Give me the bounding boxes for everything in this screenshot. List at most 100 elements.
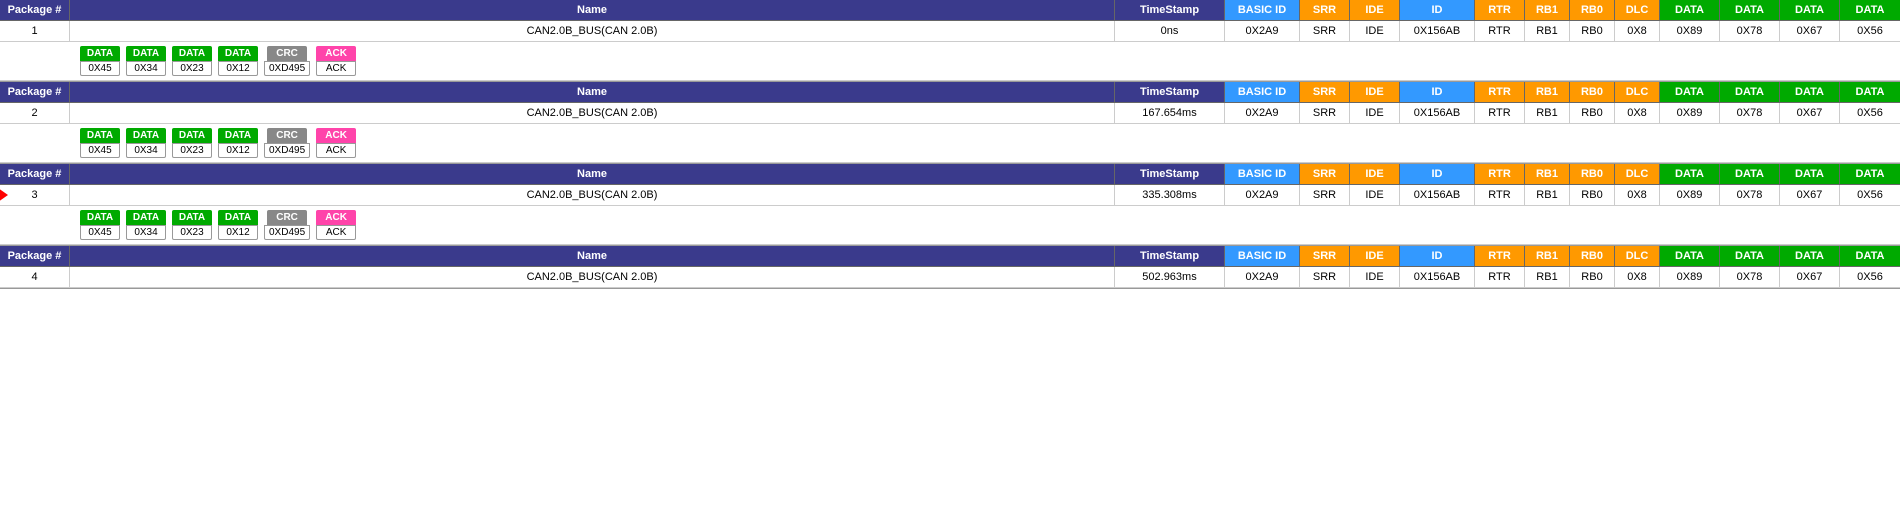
chip-label: DATA bbox=[218, 46, 258, 61]
header-cell: DATA bbox=[1660, 164, 1720, 184]
data-cell: 0X78 bbox=[1720, 267, 1780, 287]
chip-label: DATA bbox=[172, 128, 212, 143]
chip-label: CRC bbox=[267, 210, 307, 225]
chip-value: 0X23 bbox=[172, 61, 212, 76]
data-cell: RB0 bbox=[1570, 103, 1615, 123]
header-cell: BASIC ID bbox=[1225, 246, 1300, 266]
chip-label: ACK bbox=[316, 46, 356, 61]
data-cell: 0X67 bbox=[1780, 267, 1840, 287]
header-cell: DATA bbox=[1780, 164, 1840, 184]
data-cell: CAN2.0B_BUS(CAN 2.0B) bbox=[70, 21, 1115, 41]
chip-value: 0X45 bbox=[80, 61, 120, 76]
data-cell: 0X67 bbox=[1780, 21, 1840, 41]
data-cell: RTR bbox=[1475, 21, 1525, 41]
chip-value: 0X12 bbox=[218, 143, 258, 158]
header-cell: TimeStamp bbox=[1115, 246, 1225, 266]
table-row[interactable]: 3CAN2.0B_BUS(CAN 2.0B)335.308ms0X2A9SRRI… bbox=[0, 185, 1900, 206]
chip-value: 0X23 bbox=[172, 225, 212, 240]
header-cell: DATA bbox=[1780, 246, 1840, 266]
header-cell: Package # bbox=[0, 0, 70, 20]
data-cell: IDE bbox=[1350, 21, 1400, 41]
chip-value: 0X34 bbox=[126, 225, 166, 240]
header-cell: RB0 bbox=[1570, 0, 1615, 20]
pkg-cell: 2 bbox=[0, 103, 70, 123]
data-cell: RTR bbox=[1475, 103, 1525, 123]
detail-chips: DATA0X45DATA0X34DATA0X23DATA0X12CRC0XD49… bbox=[80, 210, 358, 240]
packet-block: Package #NameTimeStampBASIC IDSRRIDEIDRT… bbox=[0, 164, 1900, 246]
detail-chip: DATA0X23 bbox=[172, 210, 212, 240]
data-cell: 0X78 bbox=[1720, 185, 1780, 205]
data-cell: RB1 bbox=[1525, 103, 1570, 123]
data-cell: 0X89 bbox=[1660, 103, 1720, 123]
data-cell: 335.308ms bbox=[1115, 185, 1225, 205]
header-cell: RB0 bbox=[1570, 164, 1615, 184]
header-cell: Package # bbox=[0, 82, 70, 102]
chip-value: 0X34 bbox=[126, 61, 166, 76]
header-cell: BASIC ID bbox=[1225, 164, 1300, 184]
header-cell: TimeStamp bbox=[1115, 164, 1225, 184]
header-cell: DLC bbox=[1615, 0, 1660, 20]
data-cell: RTR bbox=[1475, 267, 1525, 287]
data-cell: CAN2.0B_BUS(CAN 2.0B) bbox=[70, 185, 1115, 205]
chip-value: 0X23 bbox=[172, 143, 212, 158]
data-cell: RB1 bbox=[1525, 21, 1570, 41]
chip-value: 0XD495 bbox=[264, 143, 310, 158]
header-cell: RTR bbox=[1475, 82, 1525, 102]
header-cell: ID bbox=[1400, 0, 1475, 20]
table-header: Package #NameTimeStampBASIC IDSRRIDEIDRT… bbox=[0, 82, 1900, 103]
data-cell: SRR bbox=[1300, 21, 1350, 41]
detail-chip: DATA0X34 bbox=[126, 210, 166, 240]
header-cell: DATA bbox=[1660, 0, 1720, 20]
data-cell: 0X67 bbox=[1780, 103, 1840, 123]
detail-chip: DATA0X12 bbox=[218, 210, 258, 240]
header-cell: IDE bbox=[1350, 0, 1400, 20]
data-cell: RB1 bbox=[1525, 185, 1570, 205]
chip-value: 0X45 bbox=[80, 225, 120, 240]
pkg-cell: 1 bbox=[0, 21, 70, 41]
data-cell: RTR bbox=[1475, 185, 1525, 205]
chip-value: 0X12 bbox=[218, 61, 258, 76]
chip-label: CRC bbox=[267, 46, 307, 61]
detail-row: DATA0X45DATA0X34DATA0X23DATA0X12CRC0XD49… bbox=[0, 124, 1900, 163]
detail-spacer bbox=[8, 46, 78, 76]
header-cell: IDE bbox=[1350, 82, 1400, 102]
header-cell: IDE bbox=[1350, 164, 1400, 184]
row-marker bbox=[0, 188, 8, 202]
header-cell: RTR bbox=[1475, 246, 1525, 266]
detail-chip: CRC0XD495 bbox=[264, 210, 310, 240]
data-cell: 502.963ms bbox=[1115, 267, 1225, 287]
data-cell: 0X2A9 bbox=[1225, 21, 1300, 41]
data-cell: 0X156AB bbox=[1400, 267, 1475, 287]
can-bus-table: Package #NameTimeStampBASIC IDSRRIDEIDRT… bbox=[0, 0, 1900, 289]
detail-chip: DATA0X34 bbox=[126, 46, 166, 76]
chip-value: 0XD495 bbox=[264, 225, 310, 240]
data-cell: 0X8 bbox=[1615, 21, 1660, 41]
data-cell: SRR bbox=[1300, 185, 1350, 205]
header-cell: RB1 bbox=[1525, 246, 1570, 266]
header-cell: ID bbox=[1400, 164, 1475, 184]
table-row[interactable]: 4CAN2.0B_BUS(CAN 2.0B)502.963ms0X2A9SRRI… bbox=[0, 267, 1900, 288]
table-row[interactable]: 1CAN2.0B_BUS(CAN 2.0B)0ns0X2A9SRRIDE0X15… bbox=[0, 21, 1900, 42]
detail-chip: DATA0X23 bbox=[172, 128, 212, 158]
header-cell: RB1 bbox=[1525, 164, 1570, 184]
header-cell: DLC bbox=[1615, 164, 1660, 184]
detail-chip: ACKACK bbox=[316, 46, 356, 76]
header-cell: SRR bbox=[1300, 164, 1350, 184]
table-row[interactable]: 2CAN2.0B_BUS(CAN 2.0B)167.654ms0X2A9SRRI… bbox=[0, 103, 1900, 124]
header-cell: DATA bbox=[1840, 164, 1900, 184]
header-cell: BASIC ID bbox=[1225, 82, 1300, 102]
header-cell: DATA bbox=[1840, 246, 1900, 266]
detail-spacer bbox=[8, 210, 78, 240]
detail-chip: CRC0XD495 bbox=[264, 128, 310, 158]
data-cell: 0X56 bbox=[1840, 103, 1900, 123]
header-cell: ID bbox=[1400, 82, 1475, 102]
pkg-cell: 3 bbox=[0, 185, 70, 205]
header-cell: DATA bbox=[1720, 164, 1780, 184]
detail-chip: ACKACK bbox=[316, 210, 356, 240]
header-cell: Name bbox=[70, 82, 1115, 102]
data-cell: 0X56 bbox=[1840, 185, 1900, 205]
detail-chips: DATA0X45DATA0X34DATA0X23DATA0X12CRC0XD49… bbox=[80, 128, 358, 158]
data-cell: 0X89 bbox=[1660, 21, 1720, 41]
data-cell: 0X8 bbox=[1615, 103, 1660, 123]
detail-chip: ACKACK bbox=[316, 128, 356, 158]
